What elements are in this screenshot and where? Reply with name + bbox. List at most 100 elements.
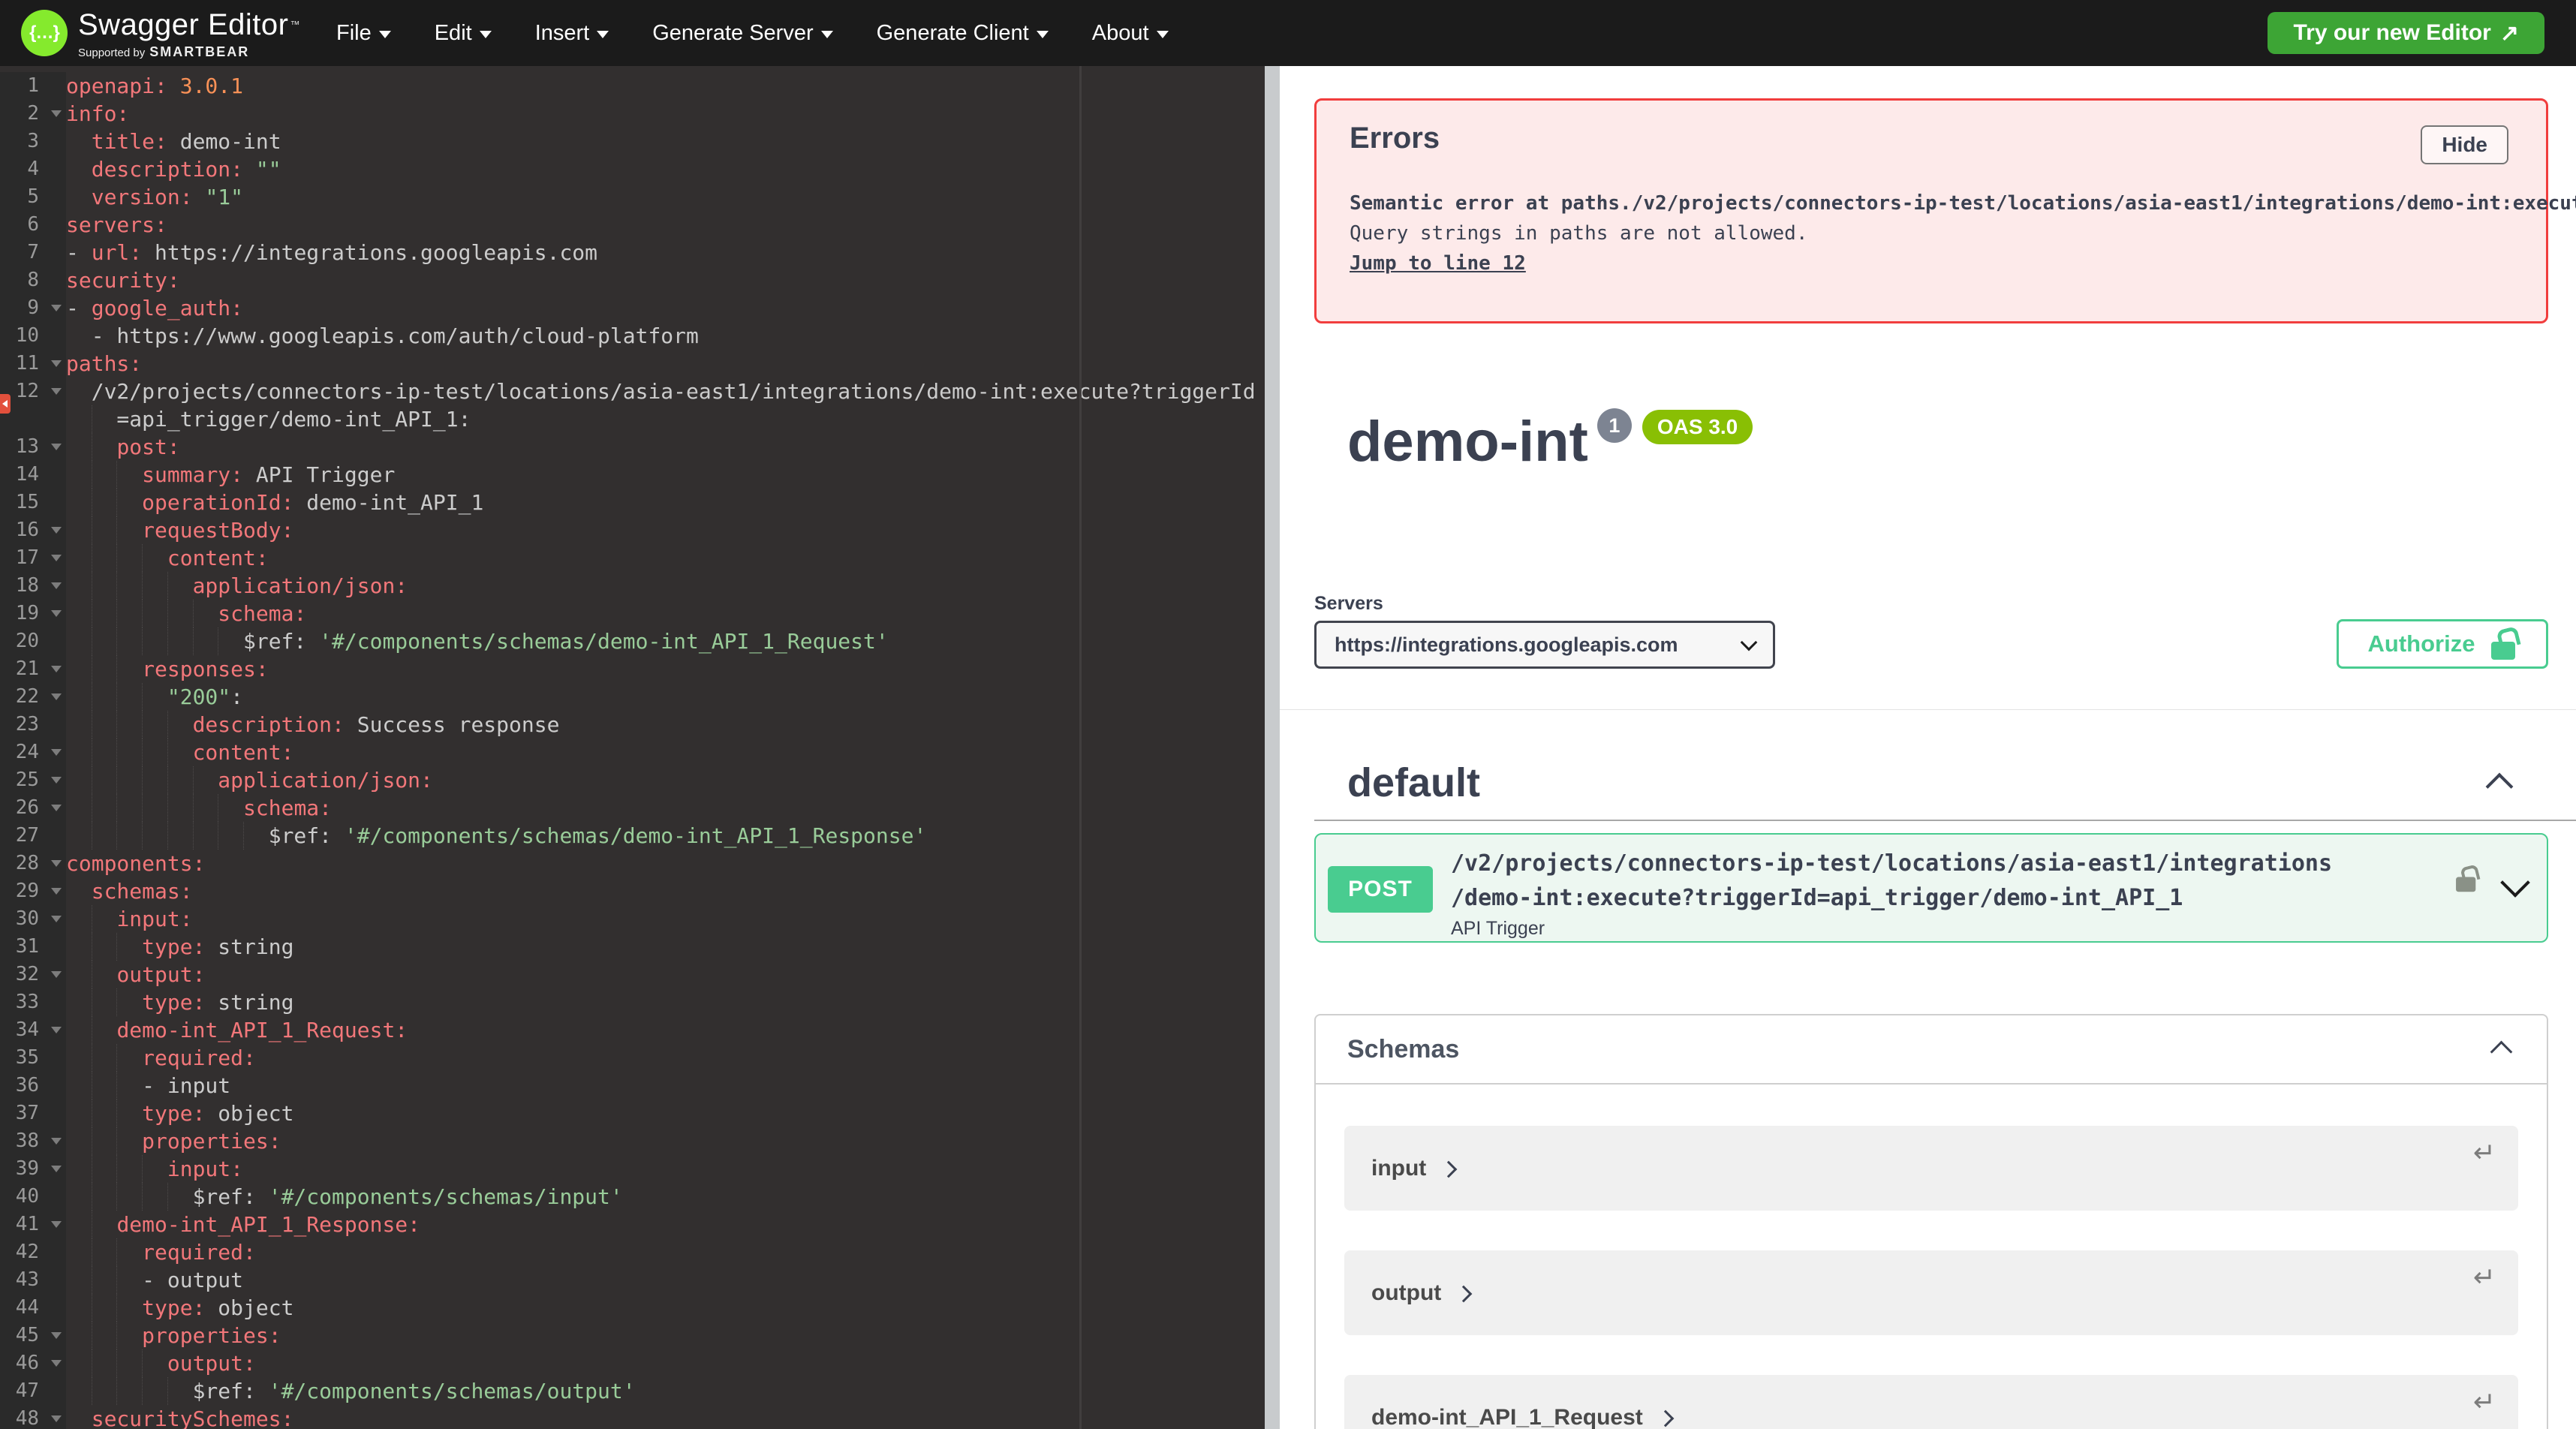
- fold-caret-icon[interactable]: [51, 610, 62, 617]
- smartbear-brand: SMARTBEAR: [149, 44, 250, 59]
- code-line: 16 requestBody:: [0, 516, 1265, 544]
- code-line: 5 version: "1": [0, 183, 1265, 211]
- code-line: 17 content:: [0, 544, 1265, 572]
- menu-insert[interactable]: Insert: [535, 21, 609, 46]
- schema-name: demo-int_API_1_Request: [1371, 1404, 1643, 1429]
- authorize-button[interactable]: Authorize: [2337, 619, 2548, 669]
- fold-caret-icon[interactable]: [51, 388, 62, 395]
- api-info: demo-int 1 OAS 3.0: [1347, 408, 2576, 473]
- schemas-section: Schemas input ↵ output ↵ demo-int_API_1_…: [1314, 1014, 2548, 1429]
- code-line: 28 components:: [0, 850, 1265, 877]
- fold-caret-icon[interactable]: [51, 805, 62, 811]
- menu-about[interactable]: About: [1092, 21, 1169, 46]
- api-version-badge: 1: [1596, 408, 1632, 443]
- fold-caret-icon[interactable]: [51, 860, 62, 867]
- code-line: 21 responses:: [0, 655, 1265, 683]
- menu-edit[interactable]: Edit: [435, 21, 492, 46]
- post-method-badge: POST: [1328, 866, 1433, 913]
- fold-caret-icon[interactable]: [51, 1221, 62, 1228]
- yaml-editor-pane[interactable]: 1 openapi: 3.0.1 2 info: 3 title: demo-int 4 …: [0, 66, 1265, 1429]
- fold-caret-icon[interactable]: [51, 110, 62, 117]
- fold-caret-icon[interactable]: [51, 888, 62, 895]
- fold-caret-icon[interactable]: [51, 749, 62, 756]
- servers-select[interactable]: https://integrations.googleapis.com: [1314, 621, 1775, 669]
- jump-to-line-link[interactable]: Jump to line 12: [1350, 252, 1526, 275]
- code-line: 26 schema:: [0, 794, 1265, 822]
- code-line: =api_trigger/demo-int_API_1:: [0, 405, 1265, 433]
- menu-generate-client[interactable]: Generate Client: [877, 21, 1049, 46]
- print-margin-line: [1079, 66, 1082, 1429]
- code-line: 20 $ref: '#/components/schemas/demo-int_…: [0, 627, 1265, 655]
- try-new-editor-button[interactable]: Try our new Editor ↗: [2268, 12, 2544, 54]
- code-line: 10 - https://www.googleapis.com/auth/clo…: [0, 322, 1265, 350]
- app-title: Swagger Editor: [78, 7, 300, 43]
- auth-lock-icon[interactable]: [2456, 864, 2481, 892]
- code-line: 46 output:: [0, 1349, 1265, 1377]
- return-icon: ↵: [2472, 1138, 2496, 1169]
- code-line: 27 $ref: '#/components/schemas/demo-int_…: [0, 822, 1265, 850]
- default-section-header[interactable]: default: [1314, 760, 2548, 806]
- code-line: 47 $ref: '#/components/schemas/output': [0, 1377, 1265, 1405]
- code-line: 29 schemas:: [0, 877, 1265, 905]
- errors-title: Errors: [1350, 122, 1440, 155]
- fold-caret-icon[interactable]: [51, 666, 62, 672]
- fold-caret-icon[interactable]: [51, 1332, 62, 1339]
- schema-name: input: [1371, 1155, 1427, 1181]
- code-line: 41 demo-int_API_1_Response:: [0, 1211, 1265, 1238]
- code-line: 6 servers:: [0, 211, 1265, 239]
- code-line: 24 content:: [0, 739, 1265, 766]
- schema-row[interactable]: output ↵: [1344, 1250, 2518, 1335]
- caret-down-icon: [820, 31, 833, 38]
- schemas-title: Schemas: [1347, 1034, 1460, 1063]
- operation-path: /v2/projects/connectors-ip-test/location…: [1451, 850, 2332, 911]
- code-line: 48 securitySchemes:: [0, 1405, 1265, 1429]
- post-operation-row[interactable]: POST /v2/projects/connectors-ip-test/loc…: [1314, 833, 2548, 943]
- menu-generate-server[interactable]: Generate Server: [652, 21, 833, 46]
- code-line: 37 type: object: [0, 1100, 1265, 1127]
- fold-caret-icon[interactable]: [51, 444, 62, 450]
- fold-caret-icon[interactable]: [51, 527, 62, 534]
- code-line: 31 type: string: [0, 933, 1265, 961]
- hide-errors-button[interactable]: Hide: [2421, 125, 2508, 164]
- fold-caret-icon[interactable]: [51, 777, 62, 784]
- chevron-up-icon: [2485, 772, 2514, 801]
- return-icon: ↵: [2472, 1387, 2496, 1418]
- fold-caret-icon[interactable]: [51, 1166, 62, 1172]
- selected-server: https://integrations.googleapis.com: [1335, 633, 1678, 656]
- code-line: 18 application/json:: [0, 572, 1265, 600]
- fold-caret-icon[interactable]: [51, 555, 62, 561]
- code-line: 33 type: string: [0, 988, 1265, 1016]
- schema-row[interactable]: demo-int_API_1_Request ↵: [1344, 1375, 2518, 1429]
- preview-pane: Errors Hide Semantic error at paths./v2/…: [1280, 66, 2576, 1429]
- code-line: 32 output:: [0, 961, 1265, 988]
- code-line: 14 summary: API Trigger: [0, 461, 1265, 489]
- code-editor[interactable]: 1 openapi: 3.0.1 2 info: 3 title: demo-int 4 …: [0, 66, 1265, 1429]
- error-location: at paths./v2/projects/connectors-ip-test…: [1525, 192, 2576, 215]
- pane-splitter[interactable]: [1265, 66, 1280, 1429]
- schemas-header[interactable]: Schemas: [1316, 1015, 2547, 1085]
- fold-caret-icon[interactable]: [51, 693, 62, 700]
- fold-caret-icon[interactable]: [51, 582, 62, 589]
- fold-caret-icon[interactable]: [51, 916, 62, 922]
- fold-caret-icon[interactable]: [51, 1360, 62, 1367]
- fold-caret-icon[interactable]: [51, 1027, 62, 1033]
- chevron-right-icon: [1440, 1160, 1458, 1178]
- code-line: 25 application/json:: [0, 766, 1265, 794]
- menu-bar: File Edit Insert Generate Server Generat…: [336, 21, 1169, 46]
- code-line: 9- google_auth:: [0, 294, 1265, 322]
- scheme-container: Servers https://integrations.googleapis.…: [1314, 593, 2548, 669]
- fold-caret-icon[interactable]: [51, 305, 62, 311]
- code-line: 36 - input: [0, 1072, 1265, 1100]
- schemas-list: input ↵ output ↵ demo-int_API_1_Request …: [1316, 1085, 2547, 1429]
- menu-file[interactable]: File: [336, 21, 391, 46]
- swagger-logo[interactable]: Swagger Editor Supported bySMARTBEAR: [21, 7, 300, 60]
- fold-caret-icon[interactable]: [51, 1415, 62, 1422]
- fold-caret-icon[interactable]: [51, 971, 62, 978]
- swagger-logo-icon: [21, 9, 68, 56]
- caret-down-icon: [1036, 31, 1049, 38]
- fold-caret-icon[interactable]: [51, 360, 62, 367]
- oas-version-badge: OAS 3.0: [1642, 410, 1753, 444]
- error-marker-icon: [0, 394, 11, 414]
- schema-row[interactable]: input ↵: [1344, 1126, 2518, 1211]
- fold-caret-icon[interactable]: [51, 1138, 62, 1145]
